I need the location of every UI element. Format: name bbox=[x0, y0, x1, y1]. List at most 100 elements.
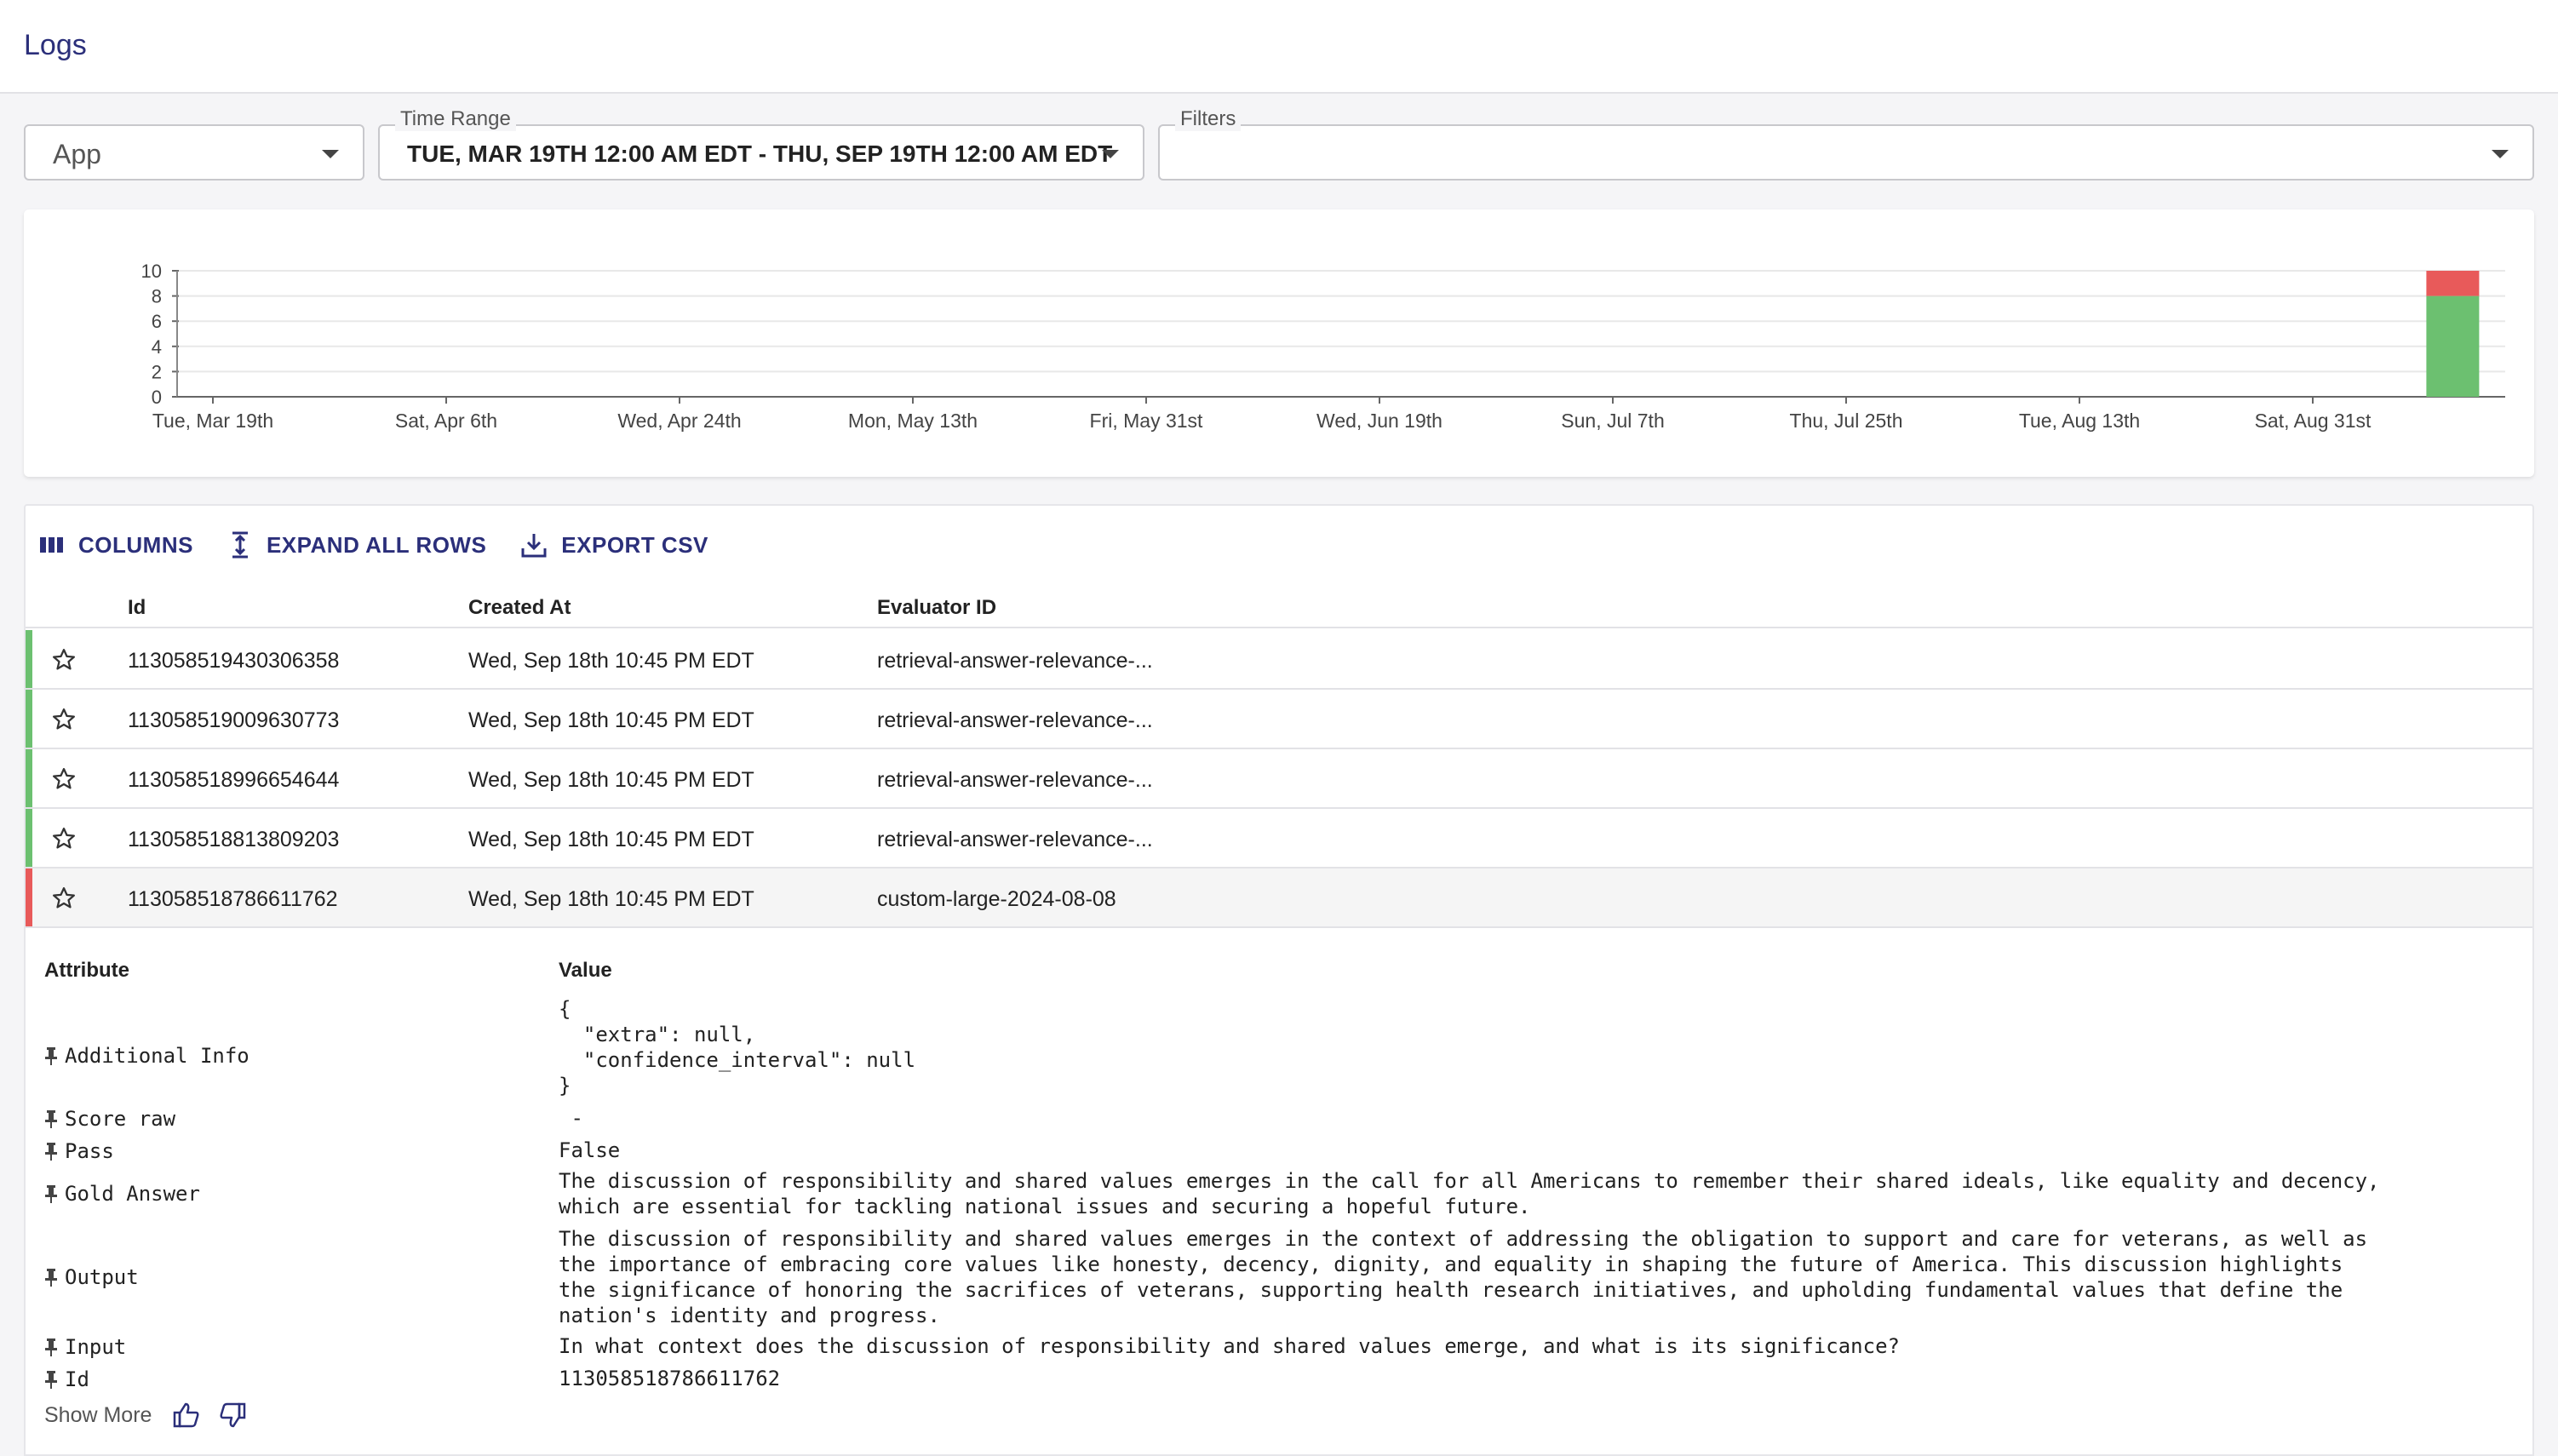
attribute-value: { "extra": null, "confidence_interval": … bbox=[559, 997, 916, 1098]
star-icon[interactable] bbox=[51, 707, 77, 732]
cell-created-at: Wed, Sep 18th 10:45 PM EDT bbox=[468, 649, 754, 673]
expand-icon bbox=[232, 531, 248, 559]
column-header-created-at[interactable]: Created At bbox=[468, 596, 571, 620]
download-icon bbox=[521, 534, 547, 558]
columns-button[interactable]: COLUMNS bbox=[39, 532, 193, 559]
status-indicator bbox=[26, 749, 32, 807]
chevron-down-icon bbox=[2492, 150, 2509, 158]
app-select[interactable]: App bbox=[24, 124, 364, 181]
pin-icon[interactable] bbox=[44, 1369, 58, 1390]
table-row[interactable]: 113058518813809203 Wed, Sep 18th 10:45 PM… bbox=[26, 809, 2532, 868]
attribute-value: 113058518786611762 bbox=[559, 1367, 781, 1390]
x-tick-label: Wed, Jun 19th bbox=[1316, 410, 1442, 432]
status-indicator bbox=[26, 809, 32, 867]
chart-card: 0 2 4 6 8 10 Tue, Mar 19th Sat, Apr 6th Wed, Apr… bbox=[24, 209, 2534, 477]
detail-attribute: Gold Answer bbox=[44, 1182, 200, 1206]
value-header: Value bbox=[559, 959, 612, 982]
cell-evaluator-id: retrieval-answer-relevance-... bbox=[877, 768, 1153, 792]
cell-id: 113058518813809203 bbox=[128, 828, 340, 851]
detail-attribute: Output bbox=[44, 1265, 139, 1289]
table-header: Id Created At Evaluator ID bbox=[26, 581, 2532, 628]
thumbs-down-icon[interactable] bbox=[218, 1402, 247, 1429]
page-title: Logs bbox=[24, 29, 87, 61]
x-tick-label: Tue, Aug 13th bbox=[2019, 410, 2140, 432]
time-range-value: TUE, MAR 19TH 12:00 AM EDT - THU, SEP 19… bbox=[407, 140, 1113, 167]
detail-attribute: Score raw bbox=[44, 1107, 175, 1131]
attribute-name: Pass bbox=[65, 1139, 114, 1163]
detail-attribute: Input bbox=[44, 1335, 126, 1359]
y-tick-label: 6 bbox=[152, 311, 162, 332]
cell-id: 113058519430306358 bbox=[128, 649, 340, 673]
cell-created-at: Wed, Sep 18th 10:45 PM EDT bbox=[468, 887, 754, 911]
export-csv-button[interactable]: EXPORT CSV bbox=[520, 531, 708, 559]
cell-created-at: Wed, Sep 18th 10:45 PM EDT bbox=[468, 708, 754, 732]
table-row[interactable]: 113058519009630773 Wed, Sep 18th 10:45 PM… bbox=[26, 690, 2532, 749]
cell-evaluator-id: retrieval-answer-relevance-... bbox=[877, 828, 1153, 851]
x-tick-label: Sun, Jul 7th bbox=[1561, 410, 1664, 432]
expand-all-rows-button[interactable]: EXPAND ALL ROWS bbox=[227, 530, 486, 559]
chevron-down-icon bbox=[1102, 150, 1119, 158]
cell-id: 113058519009630773 bbox=[128, 708, 340, 732]
star-icon[interactable] bbox=[51, 647, 77, 673]
table-toolbar: COLUMNS EXPAND ALL ROWS EXPORT CSV bbox=[39, 526, 743, 564]
detail-attribute: Id bbox=[44, 1367, 89, 1391]
x-tick-label: Wed, Apr 24th bbox=[617, 410, 741, 432]
cell-evaluator-id: retrieval-answer-relevance-... bbox=[877, 649, 1153, 673]
chart-bar[interactable] bbox=[2426, 271, 2480, 296]
filters-label: Filters bbox=[1175, 107, 1242, 131]
x-tick-label: Fri, May 31st bbox=[1090, 410, 1204, 432]
pin-icon[interactable] bbox=[44, 1267, 58, 1287]
detail-attribute: Pass bbox=[44, 1139, 114, 1163]
attribute-name: Additional Info bbox=[65, 1044, 249, 1068]
thumbs-up-icon[interactable] bbox=[172, 1402, 201, 1429]
attribute-name: Score raw bbox=[65, 1107, 176, 1131]
expanded-row-detail: Attribute Value Additional Info { "extra"… bbox=[26, 938, 2532, 1456]
star-icon[interactable] bbox=[51, 886, 77, 911]
time-range-select[interactable]: Time Range TUE, MAR 19TH 12:00 AM EDT - … bbox=[378, 107, 1144, 181]
pin-icon[interactable] bbox=[44, 1141, 58, 1161]
chart-bar[interactable] bbox=[2426, 295, 2480, 397]
pin-icon[interactable] bbox=[44, 1109, 58, 1129]
x-tick-label: Sat, Apr 6th bbox=[395, 410, 497, 432]
chevron-down-icon bbox=[322, 150, 339, 158]
pin-icon[interactable] bbox=[44, 1046, 58, 1066]
logs-table-card: COLUMNS EXPAND ALL ROWS EXPORT CSV Id Cr… bbox=[24, 504, 2534, 1456]
expand-all-rows-label: EXPAND ALL ROWS bbox=[266, 531, 487, 558]
table-row[interactable]: 113058518996654644 Wed, Sep 18th 10:45 PM… bbox=[26, 749, 2532, 809]
star-icon[interactable] bbox=[51, 766, 77, 792]
detail-footer: Show More bbox=[44, 1402, 264, 1429]
show-more-link[interactable]: Show More bbox=[44, 1403, 152, 1428]
x-tick-label: Tue, Mar 19th bbox=[152, 410, 273, 432]
attribute-value: The discussion of responsibility and sha… bbox=[559, 1227, 2368, 1327]
cell-evaluator-id: custom-large-2024-08-08 bbox=[877, 887, 1116, 911]
top-bar: Logs bbox=[0, 0, 2558, 94]
export-csv-label: EXPORT CSV bbox=[561, 531, 708, 558]
columns-icon bbox=[40, 537, 63, 553]
columns-label: COLUMNS bbox=[78, 531, 193, 558]
cell-evaluator-id: retrieval-answer-relevance-... bbox=[877, 708, 1153, 732]
attribute-value: The discussion of responsibility and sha… bbox=[559, 1169, 2380, 1218]
pin-icon[interactable] bbox=[44, 1184, 58, 1204]
x-tick-label: Sat, Aug 31st bbox=[2255, 410, 2372, 432]
attribute-value: - bbox=[559, 1106, 583, 1130]
attribute-name: Input bbox=[65, 1335, 127, 1359]
cell-id: 113058518996654644 bbox=[128, 768, 340, 792]
table-row[interactable]: 113058519430306358 Wed, Sep 18th 10:45 PM… bbox=[26, 630, 2532, 690]
detail-attribute: Additional Info bbox=[44, 1044, 249, 1068]
x-tick-label: Thu, Jul 25th bbox=[1790, 410, 1903, 432]
star-icon[interactable] bbox=[51, 826, 77, 851]
y-tick-label: 0 bbox=[152, 387, 162, 408]
app-select-value: App bbox=[53, 139, 101, 169]
attribute-name: Id bbox=[65, 1367, 89, 1391]
column-header-evaluator-id[interactable]: Evaluator ID bbox=[877, 596, 996, 620]
column-header-id[interactable]: Id bbox=[128, 596, 146, 620]
pin-icon[interactable] bbox=[44, 1337, 58, 1357]
y-tick-label: 8 bbox=[152, 286, 162, 307]
table-row[interactable]: 113058518786611762 Wed, Sep 18th 10:45 PM… bbox=[26, 868, 2532, 928]
cell-created-at: Wed, Sep 18th 10:45 PM EDT bbox=[468, 828, 754, 851]
histogram-chart: 0 2 4 6 8 10 Tue, Mar 19th Sat, Apr 6th Wed, Apr… bbox=[141, 261, 2505, 432]
time-range-label: Time Range bbox=[395, 107, 516, 131]
y-tick-label: 10 bbox=[141, 261, 162, 282]
filters-select[interactable]: Filters bbox=[1158, 107, 2534, 181]
attribute-name: Gold Answer bbox=[65, 1182, 200, 1206]
